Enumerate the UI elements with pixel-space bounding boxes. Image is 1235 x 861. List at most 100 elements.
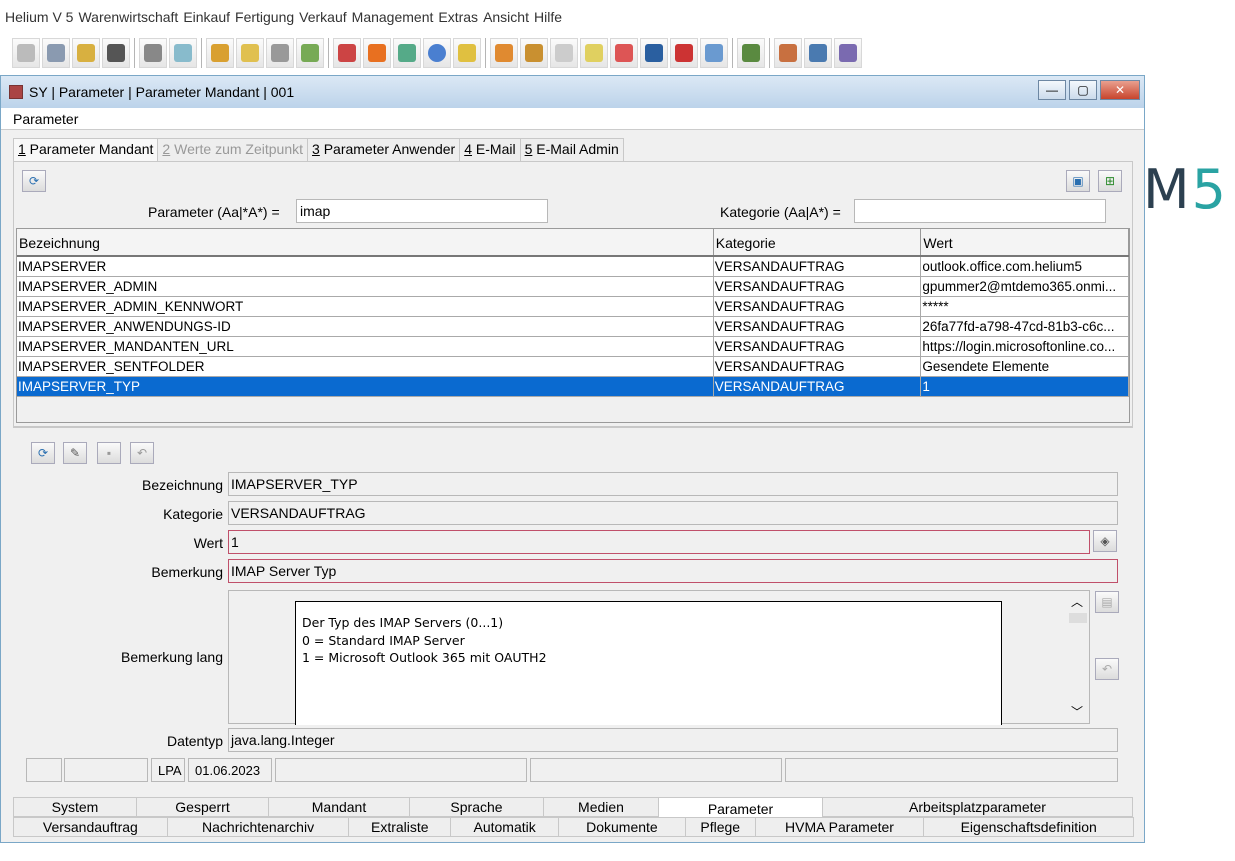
tools-button[interactable]: [72, 38, 100, 68]
refresh-detail-button[interactable]: ⟳: [31, 442, 55, 464]
tab-pflege[interactable]: Pflege: [684, 817, 756, 837]
tab-parameter-mandant[interactable]: 1 Parameter Mandant: [13, 138, 159, 161]
list-button[interactable]: [169, 38, 197, 68]
scroll-up-icon[interactable]: ︿: [1071, 593, 1083, 610]
undo-button[interactable]: ↶: [130, 442, 154, 464]
bemerkung-field[interactable]: IMAP Server Typ: [228, 559, 1118, 583]
printer-button[interactable]: [333, 38, 361, 68]
tab-extraliste[interactable]: Extraliste: [348, 817, 452, 837]
scroll-thumb[interactable]: [1069, 613, 1087, 623]
user-admin-button[interactable]: [804, 38, 832, 68]
minimize-button[interactable]: —: [1038, 80, 1066, 100]
table-row[interactable]: IMAPSERVER_ADMIN_KENNWORT VERSANDAUFTRAG *…: [17, 297, 1129, 317]
book-button[interactable]: [206, 38, 234, 68]
worker-icon: [458, 44, 476, 62]
tab-gesperrt[interactable]: Gesperrt: [136, 797, 269, 817]
bezeichnung-label: Bezeichnung: [142, 477, 223, 493]
binoculars-icon: [144, 44, 162, 62]
folder-button[interactable]: [520, 38, 548, 68]
table-row[interactable]: IMAPSERVER_MANDANTEN_URL VERSANDAUFTRAG ht…: [17, 337, 1129, 357]
window-titlebar[interactable]: SY | Parameter | Parameter Mandant | 001…: [1, 76, 1144, 108]
datentyp-field[interactable]: java.lang.Integer: [228, 728, 1118, 752]
clock-button[interactable]: [423, 38, 451, 68]
section-label: Parameter: [1, 108, 1144, 130]
kategorie-filter-label: Kategorie (Aa|A*) =: [720, 204, 841, 220]
chart-button[interactable]: [610, 38, 638, 68]
tab-versandauftrag[interactable]: Versandauftrag: [13, 817, 168, 837]
transfer-button[interactable]: [393, 38, 421, 68]
kategorie-field[interactable]: VERSANDAUFTRAG: [228, 501, 1118, 525]
tab-hvma-parameter[interactable]: HVMA Parameter: [754, 817, 925, 837]
tab-automatik[interactable]: Automatik: [450, 817, 560, 837]
menu-management[interactable]: Management: [352, 9, 434, 31]
menu-helium[interactable]: Helium V 5: [5, 9, 73, 31]
hat-button[interactable]: [102, 38, 130, 68]
menu-verkauf[interactable]: Verkauf: [299, 9, 346, 31]
tab-email[interactable]: 4 E-Mail: [459, 138, 521, 161]
menu-hilfe[interactable]: Hilfe: [534, 9, 562, 31]
document-button[interactable]: ▤: [1095, 591, 1119, 613]
tab-sprache[interactable]: Sprache: [409, 797, 544, 817]
refresh-list-button[interactable]: ⟳: [22, 170, 46, 192]
tab-werte-zum-zeitpunkt[interactable]: 2 Werte zum Zeitpunkt: [157, 138, 309, 161]
vertical-scrollbar[interactable]: ︿ ﹀: [1067, 591, 1089, 723]
menu-extras[interactable]: Extras: [438, 9, 478, 31]
tab-mandant[interactable]: Mandant: [268, 797, 410, 817]
system-button[interactable]: [834, 38, 862, 68]
person-button[interactable]: [296, 38, 324, 68]
menu-einkauf[interactable]: Einkauf: [183, 9, 230, 31]
table-row[interactable]: IMAPSERVER VERSANDAUFTRAG outlook.office.c…: [17, 257, 1129, 277]
menu-warenwirtschaft[interactable]: Warenwirtschaft: [78, 9, 178, 31]
exit-button[interactable]: [42, 38, 70, 68]
kategorie-filter-input[interactable]: [854, 199, 1106, 223]
presentation-button[interactable]: [550, 38, 578, 68]
clear-wert-button[interactable]: ◈: [1093, 530, 1117, 552]
new-entry-button[interactable]: ⊞: [1098, 170, 1122, 192]
parameter-filter-input[interactable]: imap: [296, 199, 548, 223]
stack-button[interactable]: [737, 38, 765, 68]
users-button[interactable]: [774, 38, 802, 68]
tab-parameter-anwender[interactable]: 3 Parameter Anwender: [307, 138, 461, 161]
menu-fertigung[interactable]: Fertigung: [235, 9, 294, 31]
bezeichnung-field[interactable]: IMAPSERVER_TYP: [228, 472, 1118, 496]
tab-eigenschaftsdefinition[interactable]: Eigenschaftsdefinition: [923, 817, 1134, 837]
tab-arbeitsplatzparameter[interactable]: Arbeitsplatzparameter: [822, 797, 1133, 817]
tab-dokumente[interactable]: Dokumente: [558, 817, 686, 837]
edit-button[interactable]: ✎: [63, 442, 87, 464]
save-button[interactable]: ▪: [97, 442, 121, 464]
table-row-selected[interactable]: IMAPSERVER_TYP VERSANDAUFTRAG 1: [17, 377, 1129, 397]
scroll-down-icon[interactable]: ﹀: [1071, 703, 1083, 720]
menu-ansicht[interactable]: Ansicht: [483, 9, 529, 31]
tab-nachrichtenarchiv[interactable]: Nachrichtenarchiv: [166, 817, 350, 837]
add-note-button[interactable]: [580, 38, 608, 68]
column-kategorie[interactable]: Kategorie: [714, 229, 922, 255]
tab-parameter[interactable]: Parameter: [658, 797, 823, 817]
undo-text-button[interactable]: ↶: [1095, 658, 1119, 680]
new-icon: ⊞: [1104, 174, 1116, 188]
binoculars-button[interactable]: [139, 38, 167, 68]
filter-button[interactable]: ▣: [1066, 170, 1090, 192]
table-row[interactable]: IMAPSERVER_ADMIN VERSANDAUFTRAG gpummer2@m…: [17, 277, 1129, 297]
tab-medien[interactable]: Medien: [543, 797, 659, 817]
add-module-button[interactable]: [12, 38, 40, 68]
wert-field[interactable]: 1: [228, 530, 1090, 554]
calculator-button[interactable]: [700, 38, 728, 68]
cart-button[interactable]: [266, 38, 294, 68]
close-button[interactable]: ✕: [1100, 80, 1140, 100]
notes-button[interactable]: [236, 38, 264, 68]
tab-system[interactable]: System: [13, 797, 137, 817]
tab-email-admin[interactable]: 5 E-Mail Admin: [519, 138, 624, 161]
handshake-button[interactable]: [490, 38, 518, 68]
truck-button[interactable]: [670, 38, 698, 68]
arrow-button[interactable]: [363, 38, 391, 68]
column-bezeichnung[interactable]: Bezeichnung: [17, 229, 714, 255]
document-icon: ▤: [1101, 595, 1113, 609]
maximize-button[interactable]: ▢: [1069, 80, 1097, 100]
table-row[interactable]: IMAPSERVER_SENTFOLDER VERSANDAUFTRAG Gesen…: [17, 357, 1129, 377]
bemerkung-lang-textarea[interactable]: Der Typ des IMAP Servers (0...1) 0 = Sta…: [295, 601, 1002, 725]
manual-button[interactable]: [640, 38, 668, 68]
worker-button[interactable]: [453, 38, 481, 68]
table-row[interactable]: IMAPSERVER_ANWENDUNGS-ID VERSANDAUFTRAG 26…: [17, 317, 1129, 337]
column-wert[interactable]: Wert: [921, 229, 1129, 255]
folder-icon: [525, 44, 543, 62]
